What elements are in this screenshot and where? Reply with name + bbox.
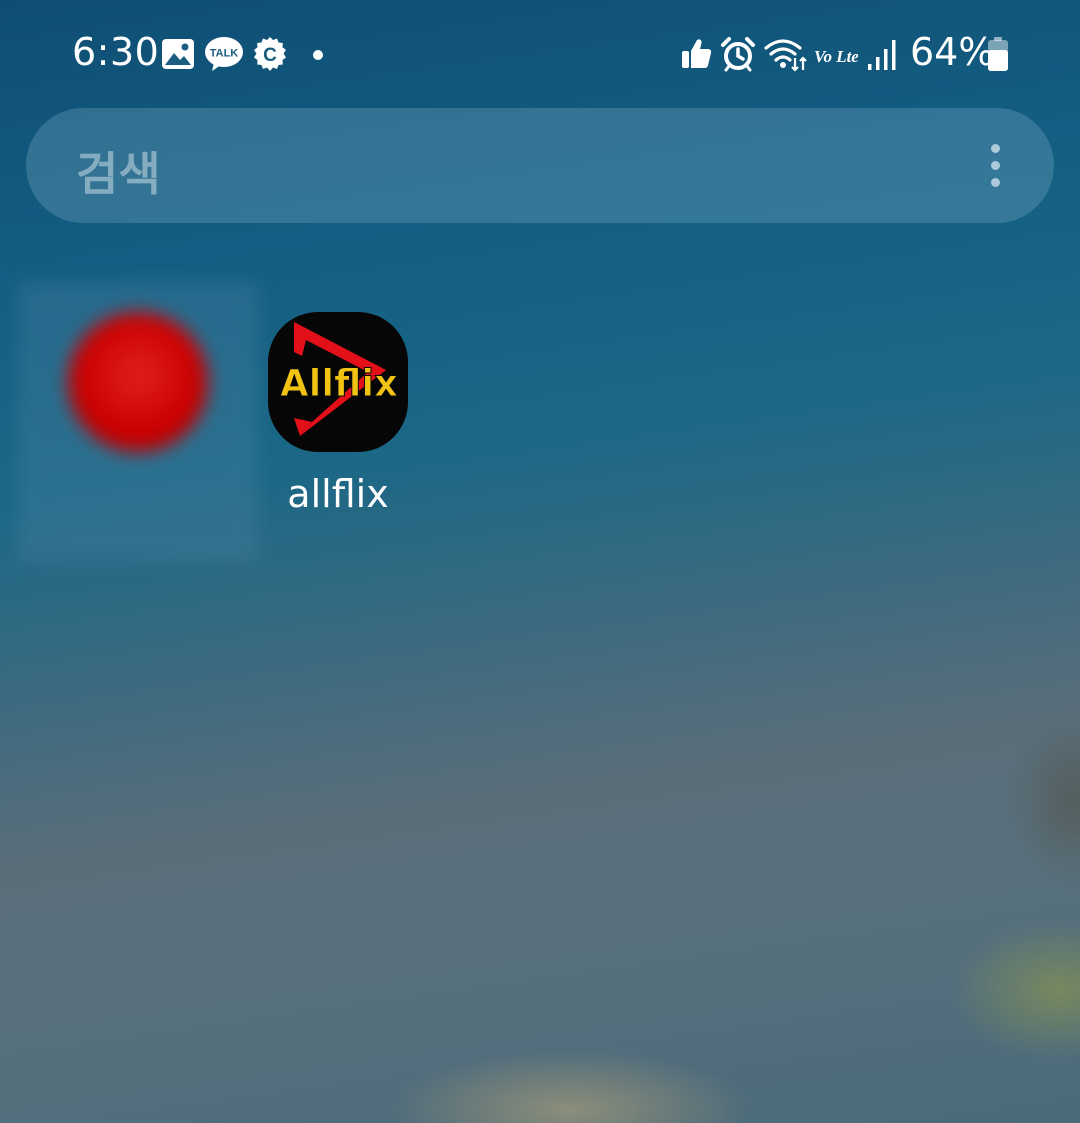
talk-badge-text: TALK <box>210 48 239 60</box>
alarm-icon <box>721 37 755 72</box>
thumbs-up-icon <box>682 39 712 68</box>
signal-icon <box>868 40 896 70</box>
status-bar: 6:30 TALK C Vo Lte 64% <box>0 0 1080 108</box>
kakaotalk-icon: TALK <box>205 37 243 71</box>
gallery-notification-icon <box>162 39 194 69</box>
app-label-allflix[interactable]: allflix <box>218 472 458 516</box>
app-search-bar[interactable]: 검색 <box>26 108 1054 223</box>
search-placeholder[interactable]: 검색 <box>76 138 161 204</box>
allflix-logo-text: Allflix <box>280 362 398 405</box>
battery-icon <box>988 37 1008 71</box>
battery-percent: 64% <box>910 30 995 74</box>
allflix-logo-graphic: Allflix <box>280 322 399 436</box>
blurred-red-app-icon[interactable] <box>68 312 208 452</box>
volte-icon: Vo Lte <box>814 47 858 66</box>
wifi-icon <box>764 39 807 72</box>
app-item-allflix[interactable]: Allflix allflix <box>218 282 458 562</box>
volte-text: Vo Lte <box>814 47 858 66</box>
more-notifications-dot-icon <box>313 50 323 60</box>
more-vertical-icon[interactable] <box>981 138 1011 194</box>
allflix-logo-icon[interactable]: Allflix <box>268 312 408 452</box>
c-app-icon: C <box>254 37 286 71</box>
status-time: 6:30 <box>72 30 160 74</box>
c-badge-text: C <box>263 45 277 66</box>
